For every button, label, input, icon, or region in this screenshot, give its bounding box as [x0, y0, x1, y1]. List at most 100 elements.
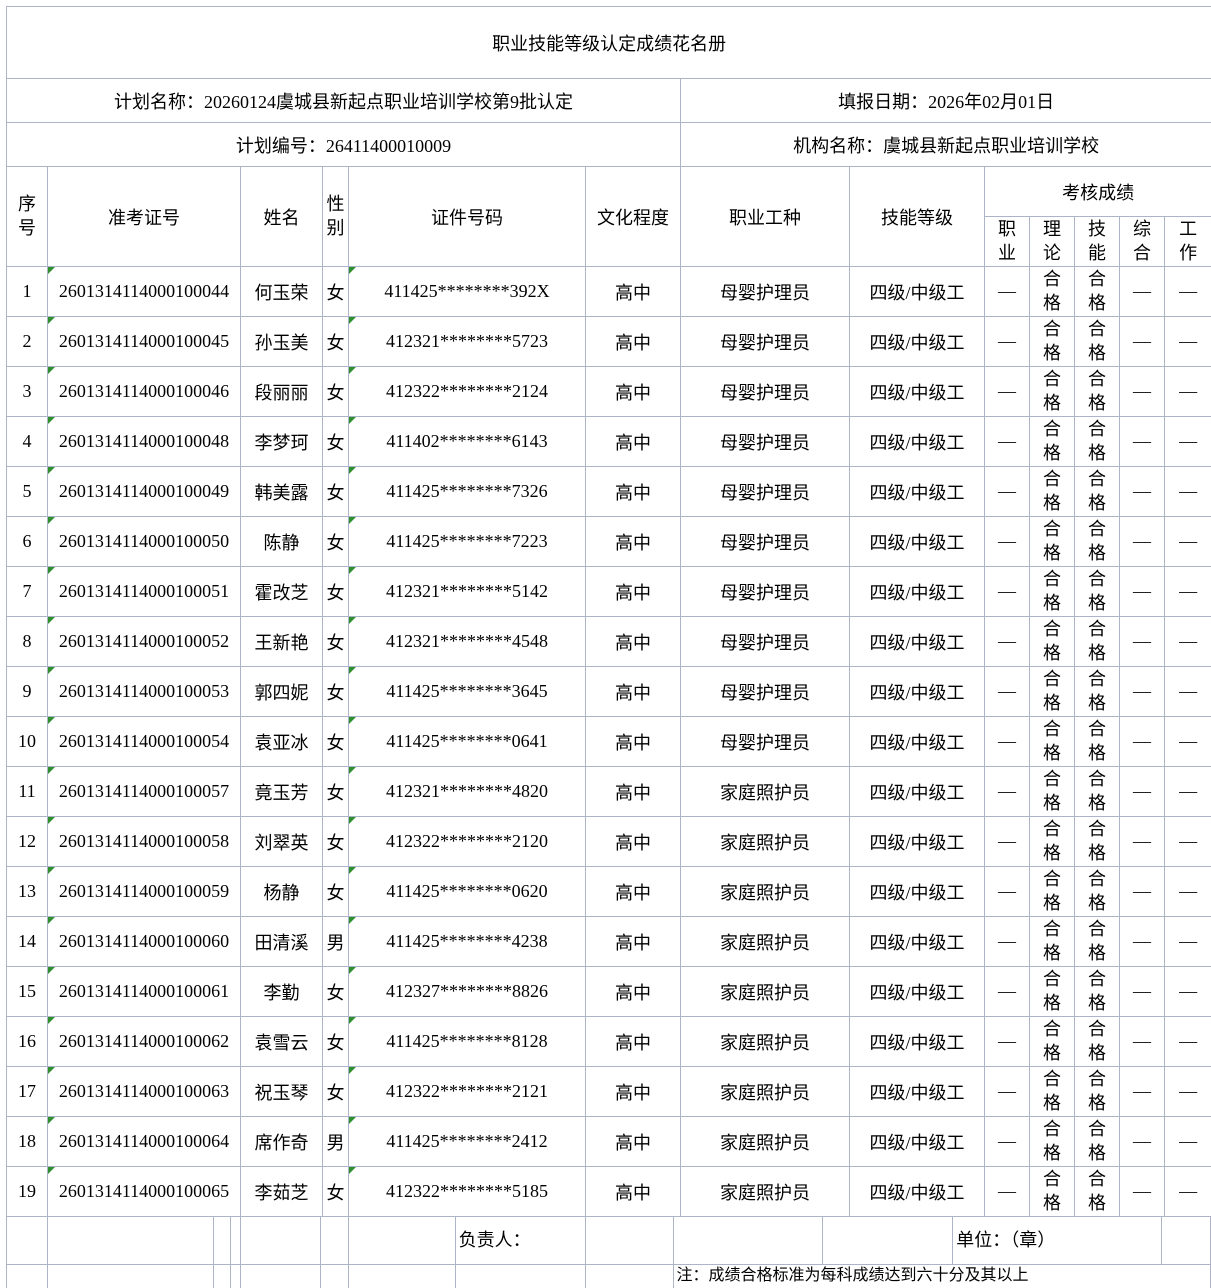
- cell-gender[interactable]: 女: [323, 567, 349, 617]
- footer-cell[interactable]: [48, 1265, 214, 1288]
- header-gender[interactable]: 性别: [323, 167, 349, 267]
- footer-cell[interactable]: [349, 1217, 456, 1265]
- cell-skill-level[interactable]: 四级/中级工: [850, 1067, 985, 1117]
- cell-seq[interactable]: 19: [7, 1167, 48, 1217]
- header-education[interactable]: 文化程度: [586, 167, 681, 267]
- cell-score-comprehensive[interactable]: —: [1120, 967, 1165, 1017]
- cell-education[interactable]: 高中: [586, 967, 681, 1017]
- cell-score-theory[interactable]: 合格: [1030, 1117, 1075, 1167]
- cell-name[interactable]: 袁雪云: [241, 1017, 323, 1067]
- cell-occupation[interactable]: 母婴护理员: [681, 367, 850, 417]
- cell-education[interactable]: 高中: [586, 617, 681, 667]
- cell-score-occupational[interactable]: —: [985, 517, 1030, 567]
- cell-score-skill[interactable]: 合格: [1075, 1117, 1120, 1167]
- cell-education[interactable]: 高中: [586, 1117, 681, 1167]
- cell-score-skill[interactable]: 合格: [1075, 667, 1120, 717]
- plan-code-cell[interactable]: 计划编号：26411400010009: [7, 123, 681, 167]
- cell-seq[interactable]: 10: [7, 717, 48, 767]
- cell-score-comprehensive[interactable]: —: [1120, 417, 1165, 467]
- cell-education[interactable]: 高中: [586, 517, 681, 567]
- header-score-work[interactable]: 工作: [1165, 217, 1211, 267]
- cell-id-no[interactable]: 411425********2412: [349, 1117, 586, 1167]
- cell-score-occupational[interactable]: —: [985, 417, 1030, 467]
- cell-seq[interactable]: 18: [7, 1117, 48, 1167]
- cell-score-comprehensive[interactable]: —: [1120, 1067, 1165, 1117]
- cell-score-comprehensive[interactable]: —: [1120, 467, 1165, 517]
- cell-score-work[interactable]: —: [1165, 667, 1211, 717]
- cell-name[interactable]: 杨静: [241, 867, 323, 917]
- cell-seq[interactable]: 13: [7, 867, 48, 917]
- cell-name[interactable]: 祝玉琴: [241, 1067, 323, 1117]
- cell-gender[interactable]: 女: [323, 367, 349, 417]
- cell-seq[interactable]: 11: [7, 767, 48, 817]
- cell-score-comprehensive[interactable]: —: [1120, 817, 1165, 867]
- cell-id-no[interactable]: 411425********4238: [349, 917, 586, 967]
- cell-score-theory[interactable]: 合格: [1030, 967, 1075, 1017]
- cell-name[interactable]: 陈静: [241, 517, 323, 567]
- cell-seq[interactable]: 4: [7, 417, 48, 467]
- cell-ticket-no[interactable]: 2601314114000100059: [48, 867, 241, 917]
- cell-id-no[interactable]: 412321********4548: [349, 617, 586, 667]
- cell-score-comprehensive[interactable]: —: [1120, 267, 1165, 317]
- cell-seq[interactable]: 14: [7, 917, 48, 967]
- cell-score-theory[interactable]: 合格: [1030, 467, 1075, 517]
- header-score-skill[interactable]: 技能: [1075, 217, 1120, 267]
- cell-score-work[interactable]: —: [1165, 1117, 1211, 1167]
- cell-score-theory[interactable]: 合格: [1030, 417, 1075, 467]
- header-score-comprehensive[interactable]: 综合: [1120, 217, 1165, 267]
- header-score-occupational[interactable]: 职业: [985, 217, 1030, 267]
- cell-education[interactable]: 高中: [586, 1167, 681, 1217]
- cell-occupation[interactable]: 母婴护理员: [681, 417, 850, 467]
- cell-score-occupational[interactable]: —: [985, 317, 1030, 367]
- cell-ticket-no[interactable]: 2601314114000100064: [48, 1117, 241, 1167]
- cell-occupation[interactable]: 家庭照护员: [681, 967, 850, 1017]
- cell-skill-level[interactable]: 四级/中级工: [850, 317, 985, 367]
- cell-score-comprehensive[interactable]: —: [1120, 767, 1165, 817]
- cell-gender[interactable]: 女: [323, 767, 349, 817]
- cell-score-work[interactable]: —: [1165, 317, 1211, 367]
- header-id-no[interactable]: 证件号码: [349, 167, 586, 267]
- cell-gender[interactable]: 女: [323, 1017, 349, 1067]
- cell-gender[interactable]: 女: [323, 1167, 349, 1217]
- cell-education[interactable]: 高中: [586, 667, 681, 717]
- cell-score-skill[interactable]: 合格: [1075, 617, 1120, 667]
- footer-cell[interactable]: [7, 1265, 48, 1288]
- cell-ticket-no[interactable]: 2601314114000100044: [48, 267, 241, 317]
- cell-ticket-no[interactable]: 2601314114000100052: [48, 617, 241, 667]
- cell-skill-level[interactable]: 四级/中级工: [850, 517, 985, 567]
- cell-score-skill[interactable]: 合格: [1075, 817, 1120, 867]
- cell-score-occupational[interactable]: —: [985, 1017, 1030, 1067]
- cell-name[interactable]: 刘翠英: [241, 817, 323, 867]
- cell-score-comprehensive[interactable]: —: [1120, 617, 1165, 667]
- cell-education[interactable]: 高中: [586, 567, 681, 617]
- cell-seq[interactable]: 6: [7, 517, 48, 567]
- cell-score-theory[interactable]: 合格: [1030, 717, 1075, 767]
- cell-skill-level[interactable]: 四级/中级工: [850, 717, 985, 767]
- cell-score-work[interactable]: —: [1165, 1067, 1211, 1117]
- footer-cell[interactable]: [214, 1217, 231, 1265]
- footer-cell[interactable]: [674, 1217, 823, 1265]
- cell-score-occupational[interactable]: —: [985, 867, 1030, 917]
- cell-gender[interactable]: 女: [323, 867, 349, 917]
- cell-name[interactable]: 何玉荣: [241, 267, 323, 317]
- cell-score-occupational[interactable]: —: [985, 267, 1030, 317]
- cell-name[interactable]: 李梦珂: [241, 417, 323, 467]
- cell-ticket-no[interactable]: 2601314114000100062: [48, 1017, 241, 1067]
- cell-score-skill[interactable]: 合格: [1075, 917, 1120, 967]
- cell-name[interactable]: 霍改芝: [241, 567, 323, 617]
- footer-cell[interactable]: [241, 1265, 321, 1288]
- footer-cell[interactable]: [231, 1265, 241, 1288]
- header-skill-level[interactable]: 技能等级: [850, 167, 985, 267]
- cell-gender[interactable]: 女: [323, 667, 349, 717]
- cell-skill-level[interactable]: 四级/中级工: [850, 267, 985, 317]
- cell-skill-level[interactable]: 四级/中级工: [850, 1117, 985, 1167]
- cell-ticket-no[interactable]: 2601314114000100063: [48, 1067, 241, 1117]
- cell-skill-level[interactable]: 四级/中级工: [850, 867, 985, 917]
- cell-name[interactable]: 郭四妮: [241, 667, 323, 717]
- cell-score-comprehensive[interactable]: —: [1120, 517, 1165, 567]
- cell-skill-level[interactable]: 四级/中级工: [850, 567, 985, 617]
- cell-id-no[interactable]: 412322********5185: [349, 1167, 586, 1217]
- cell-occupation[interactable]: 家庭照护员: [681, 917, 850, 967]
- cell-score-skill[interactable]: 合格: [1075, 767, 1120, 817]
- cell-occupation[interactable]: 家庭照护员: [681, 1167, 850, 1217]
